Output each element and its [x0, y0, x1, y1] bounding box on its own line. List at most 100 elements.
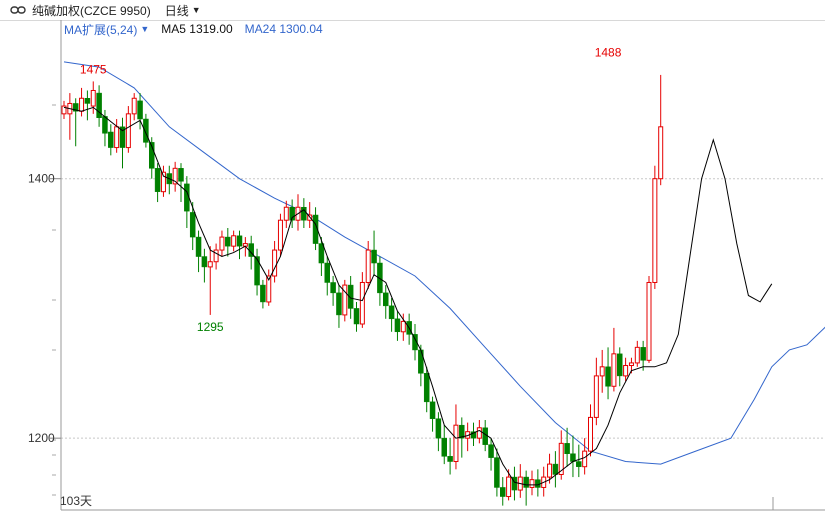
candle: [336, 285, 342, 328]
candle: [523, 470, 529, 506]
candle-body: [125, 113, 131, 149]
candle-body: [189, 212, 196, 238]
candle-body: [599, 366, 605, 377]
candle: [108, 124, 114, 156]
candle: [131, 93, 137, 121]
candle-body: [90, 89, 96, 107]
candle: [447, 438, 453, 475]
candle: [96, 85, 102, 127]
price-annotation: 1488: [595, 46, 622, 60]
candle-body: [277, 219, 283, 251]
candle: [353, 301, 360, 332]
candle-body: [453, 424, 459, 463]
candlestick-chart[interactable]: 14001200 1475129511481488 103天: [0, 0, 825, 513]
day-count: 103天: [60, 494, 92, 508]
candle-body: [301, 206, 307, 221]
candle-body: [435, 418, 442, 439]
candle: [84, 90, 91, 121]
candle-body: [423, 373, 430, 403]
candle-body: [593, 375, 599, 418]
candle: [599, 349, 605, 393]
candle: [429, 396, 436, 432]
candle-body: [529, 479, 535, 488]
candle-body: [137, 100, 143, 120]
candle-body: [365, 249, 371, 283]
candle: [593, 357, 599, 426]
candle: [435, 412, 442, 452]
candle: [634, 340, 640, 367]
candle: [119, 117, 126, 169]
candle: [500, 477, 506, 506]
y-tick-label: 1400: [28, 172, 55, 186]
candle: [236, 230, 243, 260]
candle: [330, 276, 336, 306]
candle-body: [84, 98, 91, 104]
candle-body: [131, 97, 137, 115]
candle: [154, 163, 161, 203]
candle: [658, 74, 664, 186]
price-annotation: 1475: [80, 62, 107, 76]
candle: [318, 237, 325, 276]
candle: [143, 113, 149, 148]
candle-body: [482, 427, 488, 445]
y-tick-label: 1200: [28, 431, 55, 445]
candle: [260, 279, 266, 309]
ma5-line: [63, 106, 773, 486]
candle-body: [254, 256, 260, 286]
candle: [207, 246, 213, 315]
candle: [184, 176, 190, 228]
candle: [406, 313, 412, 345]
candle-body: [523, 476, 529, 488]
candle-body: [652, 178, 658, 283]
candle-body: [79, 97, 85, 112]
candle: [72, 98, 79, 147]
candle-body: [564, 443, 570, 454]
grid: [61, 178, 825, 439]
candle: [219, 230, 225, 257]
candle-body: [605, 366, 611, 387]
candle-body: [114, 126, 120, 149]
candle: [529, 470, 535, 496]
candle: [254, 248, 260, 296]
candle: [189, 202, 196, 251]
price-axis: 1400 1200: [28, 20, 825, 511]
candle-body: [225, 236, 231, 247]
candle-body: [506, 476, 512, 498]
candle-body: [611, 353, 617, 387]
candle: [79, 87, 85, 117]
candle-body: [260, 284, 266, 303]
candle: [517, 464, 523, 498]
price-annotation: 1295: [197, 320, 224, 334]
candle-body: [547, 463, 553, 478]
candle: [623, 357, 629, 382]
candle: [535, 469, 541, 497]
candle-body: [336, 292, 342, 316]
candle-body: [219, 236, 225, 251]
candle-body: [646, 281, 652, 361]
candle-body: [383, 292, 389, 307]
candle: [388, 298, 395, 332]
candle-body: [213, 249, 219, 263]
candle-body: [429, 401, 436, 419]
candle: [377, 256, 383, 306]
candle: [67, 93, 73, 140]
candle-body: [623, 365, 629, 377]
candle: [172, 161, 178, 192]
candle: [225, 228, 231, 257]
candle-body: [394, 318, 401, 333]
candle-body: [447, 456, 453, 462]
candle-body: [330, 282, 336, 294]
candle: [178, 163, 184, 203]
candle: [213, 243, 219, 270]
candle-body: [640, 347, 646, 361]
candle-body: [102, 116, 108, 134]
candle: [114, 119, 120, 153]
candle: [646, 276, 652, 363]
candle: [617, 347, 623, 387]
candle-body: [628, 362, 634, 367]
candle: [324, 256, 330, 296]
candle-body: [576, 461, 582, 467]
candle: [195, 230, 202, 273]
candle-body: [400, 320, 406, 333]
candle-body: [570, 453, 576, 462]
